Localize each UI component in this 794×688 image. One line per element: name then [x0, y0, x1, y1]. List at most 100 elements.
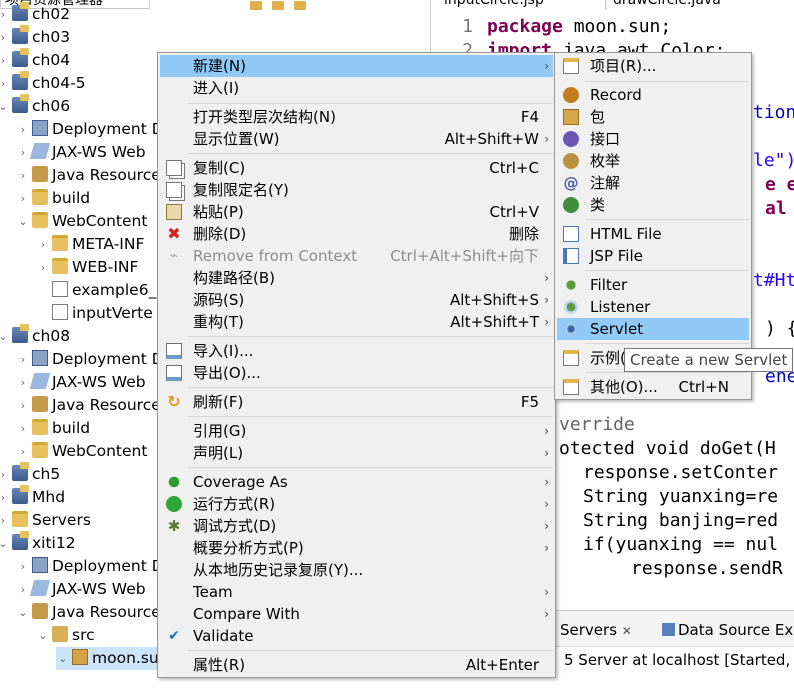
menu-item[interactable]: Compare With ›	[160, 603, 553, 625]
menu-item[interactable]: JSP File	[557, 245, 749, 267]
code-fragment[interactable]: response.setConter	[583, 461, 778, 485]
tree-item[interactable]: › ch04	[0, 48, 70, 72]
code-fragment[interactable]: String banjing=red	[583, 509, 778, 533]
chevron-down-icon[interactable]: ⌄	[16, 601, 30, 624]
tree-item[interactable]: › JAX-WS Web	[16, 141, 146, 164]
tree-item[interactable]: › WebContent	[16, 440, 147, 463]
chevron-right-icon[interactable]: ›	[16, 440, 30, 463]
chevron-right-icon[interactable]: ›	[0, 3, 10, 26]
menu-item[interactable]: Servlet	[557, 318, 749, 340]
tree-item[interactable]: › WEB-INF	[36, 256, 138, 279]
menu-item[interactable]: ✖ 删除(D) 删除	[160, 223, 553, 245]
menu-item[interactable]: 声明(L) ›	[160, 442, 553, 464]
tree-item[interactable]: › build	[16, 417, 90, 440]
tree-item[interactable]: › Deployment D	[16, 555, 164, 578]
link-editor-icon[interactable]	[272, 1, 284, 10]
tree-item[interactable]: inputVerte	[36, 302, 153, 325]
chevron-right-icon[interactable]: ›	[16, 578, 30, 601]
tree-item[interactable]: ⌄ moon.su	[56, 647, 163, 670]
menu-item[interactable]: ↻ 刷新(F) F5	[160, 391, 553, 413]
tab-servers[interactable]: Servers ✕	[560, 619, 632, 641]
menu-item[interactable]: 导出(O)...	[160, 362, 553, 384]
menu-item[interactable]: 复制(C) Ctrl+C	[160, 157, 553, 179]
tree-item[interactable]: › Deployment D	[16, 118, 164, 141]
server-row[interactable]: 5 Server at localhost [Started, S	[564, 649, 794, 671]
menu-item[interactable]: 运行方式(R) ›	[160, 493, 553, 515]
menu-item[interactable]: @ 注解	[557, 172, 749, 194]
view-menu-icon[interactable]	[294, 1, 306, 10]
chevron-right-icon[interactable]: ›	[16, 348, 30, 371]
menu-item[interactable]: 显示位置(W) Alt+Shift+W ›	[160, 128, 553, 150]
tree-item[interactable]: ⌄ ch08	[0, 324, 70, 348]
chevron-right-icon[interactable]: ›	[36, 233, 50, 256]
code-fragment[interactable]: ) {	[765, 317, 794, 341]
chevron-right-icon[interactable]: ›	[0, 26, 10, 49]
menu-item[interactable]: 粘贴(P) Ctrl+V	[160, 201, 553, 223]
code-fragment[interactable]: String yuanxing=re	[583, 485, 778, 509]
code-line[interactable]: package moon.sun;	[487, 15, 671, 39]
code-fragment[interactable]: al I	[765, 197, 794, 221]
menu-item[interactable]: 新建(N) ›	[160, 55, 553, 77]
tab-inputcircle-jsp[interactable]: *inputCircle.jsp	[431, 0, 606, 9]
menu-item[interactable]: Filter	[557, 274, 749, 296]
chevron-right-icon[interactable]: ›	[0, 49, 10, 72]
menu-item[interactable]: 接口	[557, 128, 749, 150]
menu-item[interactable]: Record	[557, 84, 749, 106]
code-fragment[interactable]: le")	[753, 149, 794, 173]
chevron-down-icon[interactable]: ⌄	[0, 95, 10, 118]
chevron-right-icon[interactable]: ›	[16, 164, 30, 187]
menu-item[interactable]: 概要分析方式(P) ›	[160, 537, 553, 559]
chevron-right-icon[interactable]: ›	[16, 187, 30, 210]
code-fragment[interactable]: verride	[559, 413, 635, 437]
chevron-down-icon[interactable]: ⌄	[36, 624, 50, 647]
tree-item[interactable]: › ch5	[0, 462, 60, 486]
code-fragment[interactable]: tion	[753, 101, 794, 125]
tree-item[interactable]: › Mhd	[0, 485, 65, 509]
menu-item[interactable]: 源码(S) Alt+Shift+S ›	[160, 289, 553, 311]
chevron-right-icon[interactable]: ›	[16, 394, 30, 417]
menu-item[interactable]: 重构(T) Alt+Shift+T ›	[160, 311, 553, 333]
close-icon[interactable]: ✕	[622, 624, 632, 638]
menu-item[interactable]: ✱ 调试方式(D) ›	[160, 515, 553, 537]
tree-item[interactable]: example6_	[36, 279, 156, 302]
code-fragment[interactable]: e ex	[765, 173, 794, 197]
tree-item[interactable]: ⌄ ch06	[0, 94, 70, 118]
tree-item[interactable]: ⌄ Java Resource	[16, 601, 161, 624]
menu-item[interactable]: ✔ Validate	[160, 625, 553, 647]
tree-item[interactable]: › ch02	[0, 2, 70, 26]
tree-item[interactable]: › build	[16, 187, 90, 210]
menu-item[interactable]: 项目(R)...	[557, 55, 749, 77]
tree-item[interactable]: › Java Resource	[16, 164, 161, 187]
tree-item[interactable]: ⌄ WebContent	[16, 210, 147, 233]
tree-item[interactable]: › ch03	[0, 25, 70, 49]
menu-item[interactable]: 其他(O)... Ctrl+N	[557, 376, 749, 398]
menu-item[interactable]: 包	[557, 106, 749, 128]
tree-item[interactable]: › Java Resource	[16, 394, 161, 417]
chevron-right-icon[interactable]: ›	[16, 417, 30, 440]
collapse-all-icon[interactable]	[250, 1, 262, 10]
menu-item[interactable]: Team ›	[160, 581, 553, 603]
menu-item[interactable]: HTML File	[557, 223, 749, 245]
chevron-right-icon[interactable]: ›	[16, 118, 30, 141]
menu-item[interactable]: 从本地历史记录复原(Y)...	[160, 559, 553, 581]
tab-drawcircle-java[interactable]: drawCircle.java	[607, 0, 794, 9]
tab-data-source-explorer[interactable]: Data Source Exp	[662, 619, 794, 641]
chevron-right-icon[interactable]: ›	[16, 371, 30, 394]
menu-item[interactable]: 属性(R) Alt+Enter	[160, 654, 553, 676]
chevron-right-icon[interactable]: ›	[0, 72, 10, 95]
menu-item[interactable]: 类	[557, 194, 749, 216]
code-fragment[interactable]: if(yuanxing == nul	[583, 533, 778, 557]
tree-item[interactable]: ⌄ src	[36, 624, 95, 647]
chevron-right-icon[interactable]: ›	[0, 486, 10, 509]
menu-item[interactable]: 引用(G) ›	[160, 420, 553, 442]
menu-item[interactable]: 导入(I)...	[160, 340, 553, 362]
code-fragment[interactable]: otected void doGet(H	[559, 437, 776, 461]
tree-item[interactable]: › JAX-WS Web	[16, 371, 146, 394]
tree-item[interactable]: › JAX-WS Web	[16, 578, 146, 601]
chevron-down-icon[interactable]: ⌄	[0, 532, 10, 555]
tree-item[interactable]: › Deployment D	[16, 348, 164, 371]
menu-item[interactable]: 进入(I)	[160, 77, 553, 99]
menu-item[interactable]: 复制限定名(Y)	[160, 179, 553, 201]
tree-item[interactable]: › META-INF	[36, 233, 144, 256]
chevron-right-icon[interactable]: ›	[0, 463, 10, 486]
